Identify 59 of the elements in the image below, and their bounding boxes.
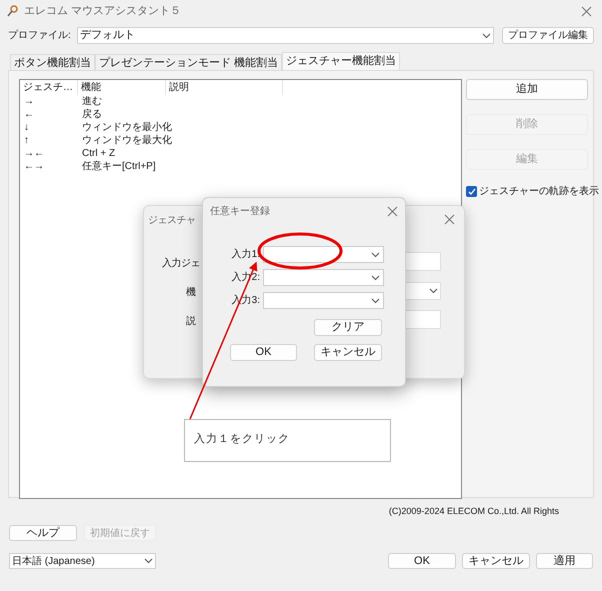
annotation-text: 入力１をクリック <box>194 433 290 445</box>
chevron-down-icon <box>371 252 380 258</box>
tab[interactable]: プレゼンテーションモード 機能割当 <box>95 54 282 70</box>
list-row[interactable]: ← 戻る <box>20 108 461 121</box>
button[interactable]: キャンセル <box>314 344 382 361</box>
chevron-down-icon <box>144 558 153 564</box>
gesture-cell-text: →← <box>23 147 45 160</box>
chevron-down-icon <box>371 274 380 280</box>
list-row[interactable]: → 進む <box>20 95 461 108</box>
field-label: 入力ジェ <box>162 256 200 271</box>
close-icon[interactable] <box>581 6 592 16</box>
button[interactable]: キャンセル <box>462 553 530 569</box>
profile-label: プロファイル: <box>8 28 71 43</box>
function-cell-text: 戻る <box>81 108 102 121</box>
button[interactable]: OK <box>230 344 297 361</box>
key-dropdown[interactable] <box>263 246 384 263</box>
chevron-down-icon <box>371 298 380 304</box>
function-cell-text: 進む <box>81 95 102 108</box>
check-icon <box>468 188 476 196</box>
gesture-cell-text: ←→ <box>23 160 45 173</box>
field-label: 機 <box>186 286 196 300</box>
list-row[interactable]: →← Ctrl + Z <box>20 147 461 160</box>
function-cell-text: 任意キー[Ctrl+P] <box>81 160 156 173</box>
button[interactable]: ヘルプ <box>9 525 77 541</box>
column-header[interactable]: 説明 <box>166 80 283 95</box>
profile-dropdown[interactable]: デフォルト <box>76 27 494 44</box>
list-row[interactable]: ↑ ウィンドウを最大化 <box>20 134 461 147</box>
checkbox-label: ジェスチャーの軌跡を表示 <box>479 184 599 199</box>
function-cell-text: ウィンドウを最大化 <box>81 134 172 147</box>
chevron-down-icon <box>482 32 491 38</box>
tab[interactable]: ジェスチャー機能割当 <box>282 52 400 70</box>
button[interactable]: クリア <box>314 319 382 336</box>
language-dropdown[interactable]: 日本語 (Japanese) <box>9 553 156 569</box>
window-title: エレコム マウスアシスタント５ <box>24 4 182 19</box>
function-cell-text: ウィンドウを最小化 <box>81 121 172 134</box>
close-icon[interactable] <box>444 214 455 225</box>
list-row[interactable]: ←→ 任意キー[Ctrl+P] <box>20 160 461 173</box>
close-icon[interactable] <box>387 206 398 216</box>
chevron-down-icon <box>429 288 438 294</box>
list-row[interactable]: ↓ ウィンドウを最小化 <box>20 121 461 134</box>
field-label: 説 <box>186 314 196 329</box>
gesture-cell-text: ↓ <box>23 121 30 134</box>
tab[interactable]: ボタン機能割当 <box>10 54 95 70</box>
column-header[interactable]: ジェスチ… <box>20 80 78 95</box>
dialog-title: ジェスチャ <box>148 214 196 228</box>
app-logo-icon <box>6 5 18 17</box>
input-label: 入力1: <box>230 248 261 262</box>
button[interactable]: プロファイル編集 <box>502 27 594 44</box>
gesture-cell-text: → <box>23 95 35 108</box>
gesture-cell-text: ↑ <box>23 134 30 147</box>
gesture-cell-text: ← <box>23 108 35 121</box>
column-header[interactable]: 機能 <box>78 80 166 95</box>
button[interactable]: OK <box>388 553 456 569</box>
checkbox[interactable] <box>466 186 477 197</box>
function-cell-text: Ctrl + Z <box>81 147 116 160</box>
copyright-text: (C)2009-2024 ELECOM Co.,Ltd. All Rights <box>388 506 559 517</box>
button[interactable]: 適用 <box>536 553 593 569</box>
button[interactable]: 追加 <box>466 79 588 100</box>
dialog-title: 任意キー登録 <box>210 204 271 218</box>
